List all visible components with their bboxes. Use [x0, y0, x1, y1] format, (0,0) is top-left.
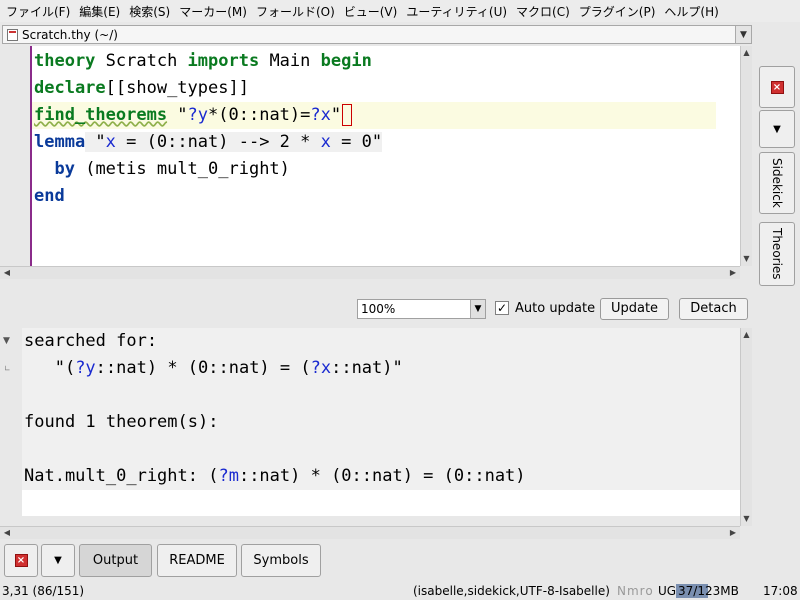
scroll-left-icon[interactable]: ◀ — [0, 527, 14, 539]
chevron-down-icon: ▼ — [773, 123, 781, 135]
output-line-blank — [24, 382, 526, 409]
output-line: Nat.mult_0_right: (?m::nat) * (0::nat) =… — [24, 466, 526, 486]
tab-symbols[interactable]: Symbols — [241, 544, 321, 577]
dock-close-button[interactable]: × — [759, 66, 795, 108]
fold-triangle-icon[interactable]: ▼ — [3, 336, 10, 346]
menu-utilities[interactable]: ユーティリティ(U) — [406, 3, 507, 20]
code-line: theory Scratch imports Main begin — [34, 51, 372, 71]
output-line-blank — [24, 436, 526, 463]
update-button[interactable]: Update — [600, 298, 669, 320]
detach-button[interactable]: Detach — [679, 298, 748, 320]
output-line: searched for: — [24, 331, 158, 351]
gutter-marker — [30, 46, 32, 266]
document-icon — [7, 28, 18, 41]
output-vertical-scrollbar[interactable]: ▲ ▼ — [740, 328, 752, 526]
ug-indicator: UG — [658, 584, 677, 598]
caret-position[interactable]: 3,31 (86/151) — [2, 584, 84, 598]
buffer-selector[interactable]: Scratch.thy (~/) ▼ — [2, 25, 752, 44]
menu-plugins[interactable]: プラグイン(P) — [579, 3, 656, 20]
tab-sidekick[interactable]: Sidekick — [759, 152, 795, 214]
menu-file[interactable]: ファイル(F) — [6, 3, 70, 20]
output-line: found 1 theorem(s): — [24, 412, 219, 432]
scroll-up-icon[interactable]: ▲ — [741, 46, 752, 60]
code-line-current: find_theorems "?y*(0::nat)=?x" — [32, 102, 716, 129]
auto-update-label: Auto update — [515, 301, 596, 316]
clock: 17:08 — [763, 584, 798, 598]
dock-close-button[interactable]: × — [4, 544, 38, 577]
scroll-left-icon[interactable]: ◀ — [0, 267, 14, 279]
code-line: lemma "x = (0::nat) --> 2 * x = 0" — [34, 132, 383, 152]
scroll-down-icon[interactable]: ▼ — [741, 252, 752, 266]
text-editor[interactable]: theory Scratch imports Main begin declar… — [0, 46, 740, 266]
chevron-down-icon: ▼ — [54, 555, 62, 566]
menu-view[interactable]: ビュー(V) — [344, 3, 398, 20]
close-icon: × — [770, 80, 784, 94]
output-horizontal-scrollbar[interactable]: ◀ ▶ — [0, 526, 740, 539]
menu-edit[interactable]: 編集(E) — [79, 3, 120, 20]
status-bar: 3,31 (86/151) (isabelle,sidekick,UTF-8-I… — [0, 583, 800, 600]
scroll-right-icon[interactable]: ▶ — [726, 527, 740, 539]
menu-search[interactable]: 検索(S) — [129, 3, 170, 20]
scroll-right-icon[interactable]: ▶ — [726, 267, 740, 279]
output-toolbar: 100% ▼ ✓ Auto update Update Detach — [0, 296, 752, 322]
menu-help[interactable]: ヘルプ(H) — [664, 3, 718, 20]
tab-output[interactable]: Output — [79, 544, 152, 577]
menu-macros[interactable]: マクロ(C) — [516, 3, 570, 20]
scroll-down-icon[interactable]: ▼ — [741, 512, 752, 526]
editor-horizontal-scrollbar[interactable]: ◀ ▶ — [0, 266, 740, 279]
chevron-down-icon[interactable]: ▼ — [735, 26, 751, 43]
code-line: end — [34, 186, 65, 206]
auto-update-checkbox[interactable]: ✓ — [495, 301, 509, 315]
chevron-down-icon[interactable]: ▼ — [470, 300, 485, 318]
editor-gutter[interactable] — [0, 46, 30, 266]
editor-lines: theory Scratch imports Main begin declar… — [32, 48, 716, 210]
buffer-flags[interactable]: Nmro — [617, 584, 654, 598]
scroll-up-icon[interactable]: ▲ — [741, 328, 752, 342]
dock-menu-button[interactable]: ▼ — [759, 110, 795, 148]
menu-markers[interactable]: マーカー(M) — [179, 3, 247, 20]
close-icon: × — [14, 554, 28, 567]
zoom-select[interactable]: 100% ▼ — [357, 299, 486, 319]
output-gutter: ▼ ∟ — [0, 328, 22, 516]
tab-readme[interactable]: README — [157, 544, 237, 577]
bottom-dock: × ▼ Output README Symbols — [0, 543, 800, 579]
code-line: by (metis mult_0_right) — [54, 159, 290, 179]
right-dock: × ▼ Sidekick Theories — [757, 64, 800, 294]
code-line: declare[[show_types]] — [34, 78, 249, 98]
menu-folding[interactable]: フォールド(O) — [256, 3, 335, 20]
menu-bar: ファイル(F) 編集(E) 検索(S) マーカー(M) フォールド(O) ビュー… — [0, 0, 800, 22]
output-line: "(?y::nat) * (0::nat) = (?x::nat)" — [24, 358, 403, 378]
output-panel[interactable]: ▼ ∟ searched for: "(?y::nat) * (0::nat) … — [0, 328, 740, 516]
editor-vertical-scrollbar[interactable]: ▲ ▼ — [740, 46, 752, 266]
memory-indicator[interactable]: 37/123MB — [676, 584, 739, 598]
buffer-title: Scratch.thy (~/) — [22, 27, 118, 42]
text-cursor — [342, 104, 353, 126]
dock-menu-button[interactable]: ▼ — [41, 544, 75, 577]
fold-end-icon: ∟ — [4, 364, 11, 373]
output-lines: searched for: "(?y::nat) * (0::nat) = (?… — [24, 328, 526, 490]
tab-theories[interactable]: Theories — [759, 222, 795, 286]
buffer-mode[interactable]: (isabelle,sidekick,UTF-8-Isabelle) — [413, 584, 610, 598]
